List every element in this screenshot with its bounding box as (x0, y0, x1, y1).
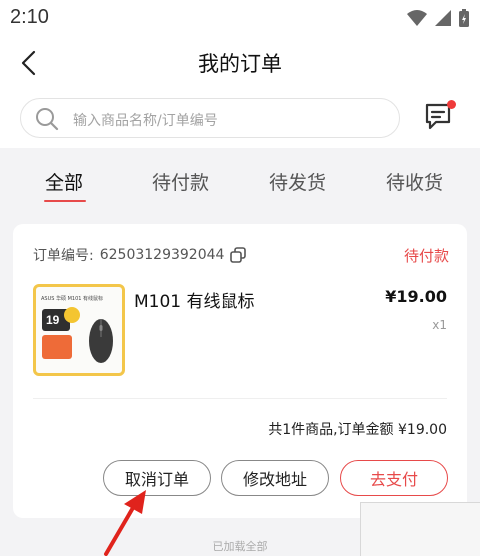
order-number: 订单编号: 62503129392044 (33, 245, 247, 265)
order-number-label: 订单编号: (33, 248, 94, 264)
signal-icon (435, 10, 451, 26)
battery-icon (459, 9, 469, 27)
pay-button[interactable]: 去支付 (340, 460, 448, 496)
status-time: 2:10 (10, 6, 49, 28)
divider (33, 398, 447, 399)
page-title: 我的订单 (198, 52, 282, 76)
order-status: 待付款 (403, 247, 449, 265)
product-thumbnail[interactable]: ASUS 华硕 M101 有线鼠标 19 (33, 284, 125, 376)
notification-dot (447, 100, 456, 109)
tab-pending-shipment[interactable]: 待发货 (269, 168, 326, 195)
thumb-badge (64, 307, 80, 323)
overlay-panel (360, 502, 480, 556)
change-address-button[interactable]: 修改地址 (221, 460, 329, 496)
tab-pending-payment[interactable]: 待付款 (152, 168, 209, 195)
order-tabs: 全部 待付款 待发货 待收货 (0, 148, 480, 214)
thumb-brand-text: ASUS 华硕 M101 有线鼠标 (41, 296, 104, 302)
tab-pending-receipt[interactable]: 待收货 (386, 168, 443, 195)
tab-all[interactable]: 全部 (45, 168, 83, 195)
search-placeholder: 输入商品名称/订单编号 (73, 113, 218, 129)
message-button[interactable] (422, 100, 458, 136)
status-icons (406, 8, 470, 28)
wifi-icon (407, 10, 427, 26)
product-price: ¥19.00 (385, 287, 447, 306)
product-quantity: x1 (432, 318, 447, 332)
mouse-image (89, 319, 113, 363)
thumb-feature-panel (42, 335, 72, 359)
status-bar: 2:10 (0, 0, 480, 36)
order-number-value: 62503129392044 (99, 247, 225, 263)
copy-icon[interactable] (230, 247, 247, 263)
search-input[interactable]: 输入商品名称/订单编号 (20, 98, 400, 138)
header: 我的订单 输入商品名称/订单编号 (0, 36, 480, 148)
thumb-price: 19 (46, 313, 60, 327)
order-summary: 共1件商品,订单金额 ¥19.00 (268, 422, 447, 438)
order-card[interactable]: 订单编号: 62503129392044 待付款 ASUS 华硕 M101 有线鼠… (13, 224, 467, 518)
product-name[interactable]: M101 有线鼠标 (134, 287, 255, 312)
active-tab-indicator (44, 200, 86, 202)
search-icon (36, 108, 59, 131)
